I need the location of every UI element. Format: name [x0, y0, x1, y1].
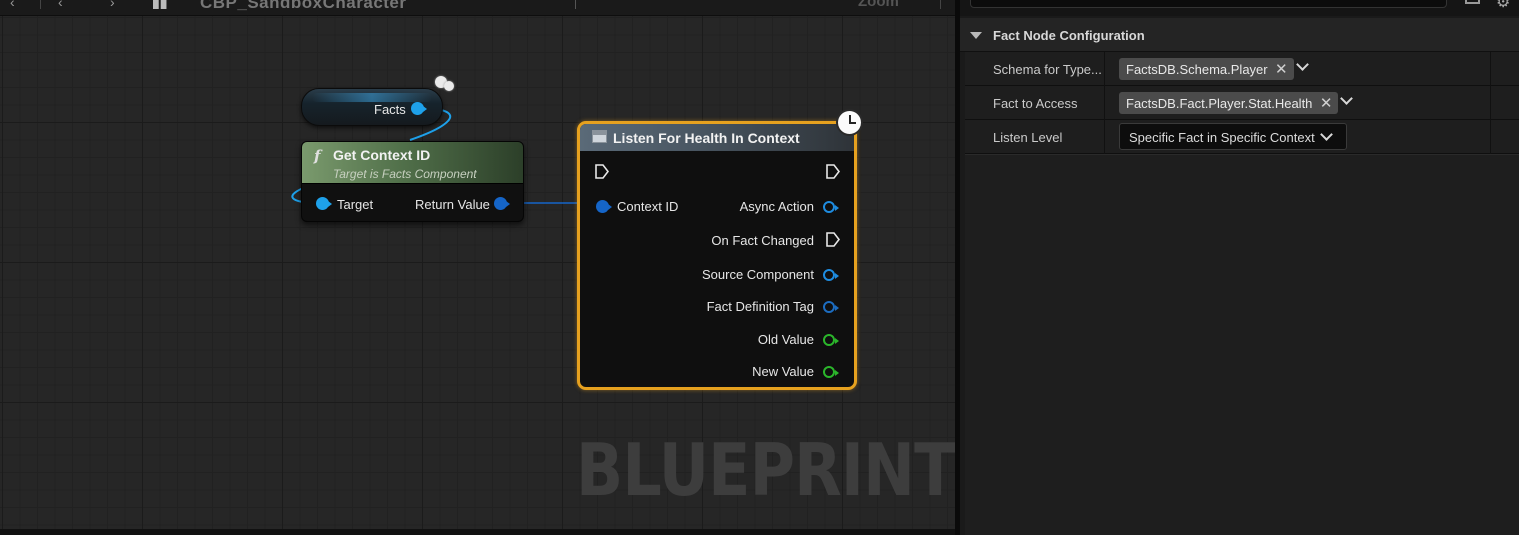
function-icon: f — [314, 147, 321, 165]
fact-definition-tag-pin-label: Fact Definition Tag — [706, 299, 814, 314]
property-name: Fact to Access — [993, 96, 1078, 111]
bubble-small — [444, 81, 454, 91]
clear-tag-icon[interactable]: ✕ — [1320, 94, 1333, 112]
exec-output-pin[interactable] — [826, 164, 840, 179]
column-splitter — [1490, 86, 1491, 120]
context-id-input-pin[interactable] — [596, 200, 612, 213]
details-search-bar: ⚙ — [960, 0, 1519, 16]
column-splitter[interactable] — [1104, 86, 1105, 120]
node-subtitle: Target is Facts Component — [333, 167, 477, 181]
on-fact-changed-exec-pin[interactable] — [826, 232, 840, 247]
facts-output-pin[interactable] — [411, 102, 427, 115]
property-row-schema: Schema for Type... FactsDB.Schema.Player… — [965, 52, 1519, 86]
category-header[interactable]: Fact Node Configuration — [960, 18, 1519, 52]
graph-breadcrumb-bar: ‹ ‹ › ▮▮ CBP_SandboxCharacter Zoom — [0, 0, 955, 16]
column-splitter[interactable] — [1104, 52, 1105, 86]
source-component-pin-label: Source Component — [701, 267, 814, 282]
view-options-icon[interactable] — [1465, 0, 1480, 4]
tag-chip-text: FactsDB.Fact.Player.Stat.Health — [1126, 96, 1313, 111]
toolbar-separator — [40, 0, 41, 9]
on-fact-changed-pin-label: On Fact Changed — [711, 233, 814, 248]
property-row-listen-level: Listen Level Specific Fact in Specific C… — [965, 120, 1519, 154]
latent-clock-icon — [836, 109, 863, 136]
facts-node-label: Facts — [374, 102, 406, 117]
blueprint-watermark: BLUEPRINT — [576, 428, 955, 512]
async-node-icon — [592, 130, 607, 143]
column-splitter — [1490, 52, 1491, 86]
history-back-icon[interactable]: ‹ — [58, 0, 63, 10]
clear-tag-icon[interactable]: ✕ — [1275, 60, 1288, 78]
facts-variable-node[interactable]: Facts — [301, 88, 443, 126]
tag-dropdown-chevron-icon[interactable] — [1296, 58, 1309, 71]
tag-chip-text: FactsDB.Schema.Player — [1126, 62, 1268, 77]
schema-tag-chip[interactable]: FactsDB.Schema.Player ✕ — [1119, 58, 1294, 80]
node-header: f Get Context ID Target is Facts Compone… — [302, 142, 523, 184]
new-value-pin-label: New Value — [752, 364, 814, 379]
details-panel: ⚙ Fact Node Configuration Schema for Typ… — [955, 0, 1519, 535]
old-value-pin-label: Old Value — [757, 332, 814, 347]
target-pin-label: Target — [337, 197, 374, 212]
zoom-label: Zoom — [858, 0, 899, 10]
column-splitter — [1490, 120, 1491, 154]
back-arrow-icon[interactable]: ‹ — [10, 0, 15, 10]
details-empty-area — [965, 154, 1519, 535]
new-value-output-pin[interactable] — [823, 366, 839, 378]
blueprint-graph-canvas[interactable]: ‹ ‹ › ▮▮ CBP_SandboxCharacter Zoom BLUEP… — [0, 0, 955, 535]
listen-level-combobox[interactable]: Specific Fact in Specific Context — [1119, 123, 1347, 150]
combobox-value: Specific Fact in Specific Context — [1129, 130, 1315, 145]
return-value-pin-label: Return Value — [415, 197, 490, 212]
blueprint-icon: ▮▮ — [152, 0, 168, 10]
context-id-pin-label: Context ID — [617, 199, 679, 214]
chevron-down-icon — [1320, 128, 1333, 141]
async-action-pin-label: Async Action — [739, 199, 814, 214]
fact-tag-chip[interactable]: FactsDB.Fact.Player.Stat.Health ✕ — [1119, 92, 1339, 114]
fact-definition-tag-output-pin[interactable] — [823, 301, 839, 313]
toolbar-separator — [940, 0, 941, 9]
collapse-arrow-icon[interactable] — [970, 32, 982, 39]
listen-for-health-node[interactable]: Listen For Health In Context Context ID … — [577, 121, 857, 390]
property-name: Schema for Type... — [993, 62, 1102, 77]
settings-gear-icon[interactable]: ⚙ — [1496, 0, 1510, 12]
exec-input-pin[interactable] — [595, 164, 609, 179]
details-search-input[interactable] — [970, 0, 1447, 8]
return-value-output-pin[interactable] — [494, 197, 510, 210]
graph-title: CBP_SandboxCharacter — [200, 0, 407, 12]
async-action-output-pin[interactable] — [823, 201, 839, 213]
graph-scroll-area — [0, 529, 955, 535]
old-value-output-pin[interactable] — [823, 334, 839, 346]
get-context-id-node[interactable]: f Get Context ID Target is Facts Compone… — [301, 141, 524, 222]
target-input-pin[interactable] — [316, 197, 332, 210]
node-title: Get Context ID — [333, 147, 431, 163]
pure-node-icon — [433, 74, 457, 92]
tag-dropdown-chevron-icon[interactable] — [1340, 92, 1353, 105]
column-splitter[interactable] — [1104, 120, 1105, 154]
node-title: Listen For Health In Context — [613, 130, 800, 146]
source-component-output-pin[interactable] — [823, 269, 839, 281]
toolbar-separator — [575, 0, 576, 9]
node-header: Listen For Health In Context — [580, 124, 854, 151]
category-title: Fact Node Configuration — [993, 28, 1145, 43]
property-name: Listen Level — [993, 130, 1063, 145]
history-forward-icon[interactable]: › — [110, 0, 115, 10]
property-row-fact: Fact to Access FactsDB.Fact.Player.Stat.… — [965, 86, 1519, 120]
